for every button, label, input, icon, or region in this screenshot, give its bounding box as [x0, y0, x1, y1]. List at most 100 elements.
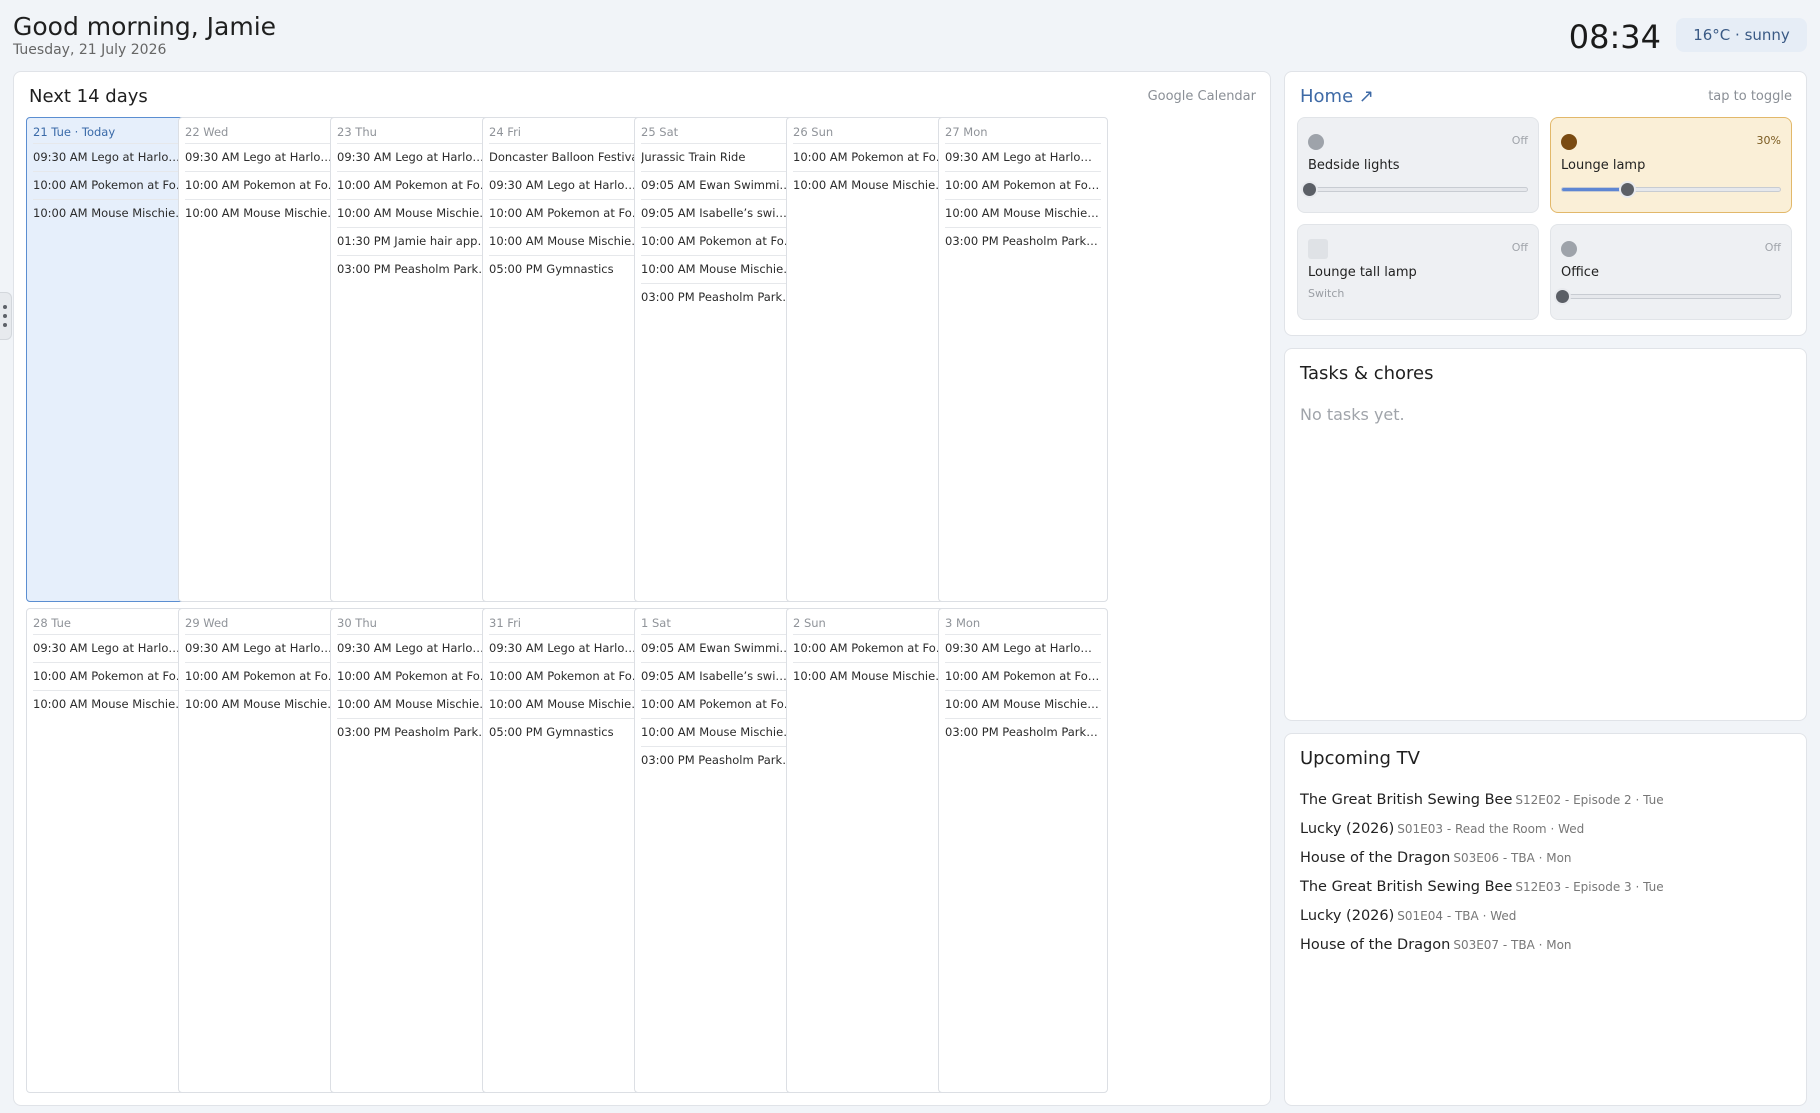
tv-episode: S12E02 - Episode 2 · Tue — [1515, 793, 1664, 807]
calendar-event[interactable]: 03:00 PM Peasholm Park visit — [945, 228, 1101, 256]
current-date: Tuesday, 21 July 2026 — [13, 42, 167, 58]
tv-item[interactable]: The Great British Sewing Bee S12E03 - Epi… — [1300, 871, 1791, 900]
calendar-event[interactable]: 09:05 AM Isabelle’s swimming lesson — [641, 663, 797, 691]
calendar-event[interactable]: 10:00 AM Pokemon at Fourways — [33, 663, 189, 691]
calendar-event[interactable]: 03:00 PM Peasholm Park visit — [945, 719, 1101, 747]
tv-item[interactable]: Lucky (2026) S01E03 - Read the Room · Wed — [1300, 813, 1791, 842]
calendar-event[interactable]: 09:30 AM Lego at Harlow Library — [337, 635, 493, 663]
calendar-event[interactable]: 09:05 AM Ewan Swimming lesson — [641, 172, 797, 200]
calendar-event[interactable]: 09:30 AM Lego at Harlow Library — [33, 635, 189, 663]
calendar-card: Next 14 days Google Calendar 21 Tue · To… — [13, 71, 1271, 1106]
switch-icon — [1308, 239, 1328, 259]
calendar-event[interactable]: 10:00 AM Mouse Mischief Club — [489, 228, 645, 256]
calendar-event[interactable]: 10:00 AM Pokemon at Fourways — [489, 200, 645, 228]
calendar-event[interactable]: Doncaster Balloon Festival — [489, 144, 645, 172]
day-column: 30 Thu09:30 AM Lego at Harlow Library10:… — [330, 608, 500, 1093]
calendar-event[interactable]: 10:00 AM Pokemon at Fourways — [33, 172, 189, 200]
device-name: Bedside lights — [1308, 158, 1400, 173]
device-tile[interactable]: 30% Lounge lamp — [1550, 117, 1792, 213]
bulb-icon — [1561, 241, 1577, 257]
weather-badge[interactable]: 16°C · sunny — [1676, 18, 1807, 52]
calendar-event[interactable]: 10:00 AM Mouse Mischief Club — [33, 691, 189, 719]
calendar-event[interactable]: 05:00 PM Gymnastics — [489, 719, 645, 747]
calendar-event[interactable]: 10:00 AM Mouse Mischief Club — [337, 200, 493, 228]
calendar-event[interactable]: 10:00 AM Mouse Mischief Club — [185, 200, 341, 228]
tasks-card: Tasks & chores No tasks yet. — [1284, 348, 1807, 721]
calendar-event[interactable]: 09:30 AM Lego at Harlow Library — [185, 635, 341, 663]
calendar-event[interactable]: 09:30 AM Lego at Harlow Library — [945, 635, 1101, 663]
calendar-event[interactable]: 10:00 AM Mouse Mischief Club — [337, 691, 493, 719]
day-column: 28 Tue09:30 AM Lego at Harlow Library10:… — [26, 608, 196, 1093]
calendar-event[interactable]: 09:30 AM Lego at Harlow Library — [945, 144, 1101, 172]
calendar-event[interactable]: 10:00 AM Pokemon at Fourways — [337, 663, 493, 691]
calendar-event[interactable]: 01:30 PM Jamie hair appointment — [337, 228, 493, 256]
device-state: Off — [1511, 134, 1528, 147]
bulb-icon — [1561, 134, 1577, 150]
tv-item[interactable]: Lucky (2026) S01E04 - TBA · Wed — [1300, 900, 1791, 929]
tv-item[interactable]: The Great British Sewing Bee S12E02 - Epi… — [1300, 784, 1791, 813]
device-state: Off — [1764, 241, 1781, 254]
tv-show-name: House of the Dragon — [1300, 850, 1451, 866]
calendar-source[interactable]: Google Calendar — [1148, 89, 1256, 104]
device-tile[interactable]: Off Lounge tall lamp Switch — [1297, 224, 1539, 320]
device-tile[interactable]: Off Office — [1550, 224, 1792, 320]
calendar-event[interactable]: 03:00 PM Peasholm Park visit — [337, 719, 493, 747]
day-column: 1 Sat09:05 AM Ewan Swimming lesson09:05 … — [634, 608, 804, 1093]
calendar-event[interactable]: 09:30 AM Lego at Harlow Library — [489, 172, 645, 200]
calendar-event[interactable]: 10:00 AM Pokemon at Fourways — [489, 663, 645, 691]
calendar-event[interactable]: 10:00 AM Pokemon at Fourways — [641, 228, 797, 256]
tv-item[interactable]: House of the Dragon S03E06 - TBA · Mon — [1300, 842, 1791, 871]
calendar-event[interactable]: 03:00 PM Peasholm Park visit — [641, 284, 797, 312]
side-panel-handle[interactable] — [0, 292, 12, 340]
slider-thumb[interactable] — [1554, 288, 1571, 305]
calendar-event[interactable]: 10:00 AM Pokemon at Fourways — [945, 172, 1101, 200]
calendar-event[interactable]: 09:30 AM Lego at Harlow Library — [185, 144, 341, 172]
calendar-event[interactable]: 10:00 AM Mouse Mischief Club — [945, 691, 1101, 719]
slider-thumb[interactable] — [1301, 181, 1318, 198]
calendar-event[interactable]: 10:00 AM Mouse Mischief Club — [33, 200, 189, 228]
slider-thumb[interactable] — [1619, 181, 1637, 198]
calendar-event[interactable]: 03:00 PM Peasholm Park visit — [641, 747, 797, 775]
device-state: Off — [1511, 241, 1528, 254]
tv-item[interactable]: House of the Dragon S03E07 - TBA · Mon — [1300, 929, 1791, 958]
brightness-slider[interactable] — [1561, 181, 1781, 198]
day-column: 31 Fri09:30 AM Lego at Harlow Library10:… — [482, 608, 652, 1093]
calendar-event[interactable]: 10:00 AM Mouse Mischief Club — [641, 719, 797, 747]
handle-dot — [3, 314, 7, 318]
calendar-event[interactable]: 09:05 AM Isabelle’s swimming lesson — [641, 200, 797, 228]
tasks-empty-message: No tasks yet. — [1300, 405, 1405, 424]
calendar-event[interactable]: 10:00 AM Mouse Mischief Club — [185, 691, 341, 719]
tv-episode: S01E04 - TBA · Wed — [1397, 909, 1517, 923]
calendar-event[interactable]: 10:00 AM Mouse Mischief Club — [489, 691, 645, 719]
calendar-event[interactable]: 09:30 AM Lego at Harlow Library — [489, 635, 645, 663]
calendar-event[interactable]: 09:05 AM Ewan Swimming lesson — [641, 635, 797, 663]
day-label: 27 Mon — [945, 124, 1101, 144]
calendar-event[interactable]: 10:00 AM Pokemon at Fourways — [641, 691, 797, 719]
brightness-slider[interactable] — [1554, 288, 1781, 305]
calendar-event[interactable]: 05:00 PM Gymnastics — [489, 256, 645, 284]
calendar-event[interactable]: 10:00 AM Pokemon at Fourways — [793, 144, 949, 172]
calendar-event[interactable]: Jurassic Train Ride — [641, 144, 797, 172]
calendar-event[interactable]: 09:30 AM Lego at Harlow Library — [33, 144, 189, 172]
tv-show-name: Lucky (2026) — [1300, 908, 1395, 924]
calendar-event[interactable]: 03:00 PM Peasholm Park visit — [337, 256, 493, 284]
home-title-link[interactable]: Home ↗ — [1300, 86, 1374, 107]
calendar-event[interactable]: 10:00 AM Mouse Mischief Club — [793, 172, 949, 200]
calendar-event[interactable]: 09:30 AM Lego at Harlow Library — [337, 144, 493, 172]
calendar-event[interactable]: 10:00 AM Pokemon at Fourways — [185, 172, 341, 200]
calendar-event[interactable]: 10:00 AM Pokemon at Fourways — [945, 663, 1101, 691]
device-tile[interactable]: Off Bedside lights — [1297, 117, 1539, 213]
day-column: 24 Fri Doncaster Balloon Festival 09:30 AM… — [482, 117, 652, 602]
header: Good morning, Jamie Tuesday, 21 July 202… — [13, 12, 1807, 64]
day-label: 24 Fri — [489, 124, 645, 144]
brightness-slider[interactable] — [1301, 181, 1528, 198]
calendar-event[interactable]: 10:00 AM Mouse Mischief Club — [945, 200, 1101, 228]
calendar-event[interactable]: 10:00 AM Pokemon at Fourways — [793, 635, 949, 663]
tv-title: Upcoming TV — [1300, 748, 1420, 769]
calendar-event[interactable]: 10:00 AM Pokemon at Fourways — [185, 663, 341, 691]
calendar-event[interactable]: 10:00 AM Mouse Mischief Club — [641, 256, 797, 284]
day-column: 23 Thu09:30 AM Lego at Harlow Library10:… — [330, 117, 500, 602]
day-column: 27 Mon09:30 AM Lego at Harlow Library10:… — [938, 117, 1108, 602]
calendar-event[interactable]: 10:00 AM Pokemon at Fourways — [337, 172, 493, 200]
calendar-event[interactable]: 10:00 AM Mouse Mischief Club — [793, 663, 949, 691]
